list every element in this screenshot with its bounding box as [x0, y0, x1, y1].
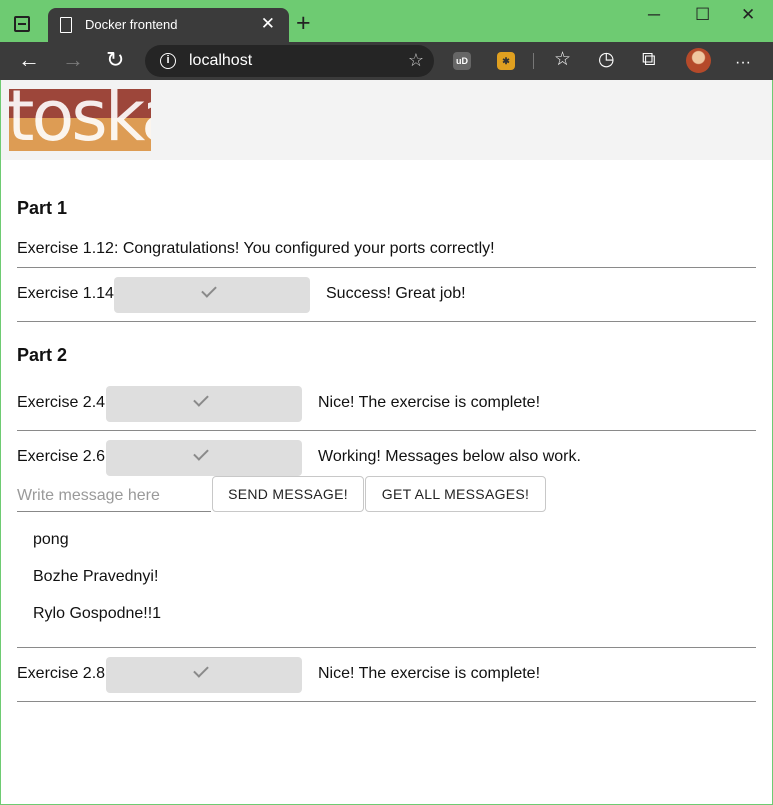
history-icon[interactable]: ◷ [598, 49, 615, 71]
browser-tab[interactable]: Docker frontend ✕ [48, 8, 289, 42]
exercise-1-14-label: Exercise 1.14: [17, 285, 119, 302]
refresh-button[interactable]: ↻ [106, 49, 124, 71]
exercise-1-14-button[interactable] [114, 277, 310, 313]
maximize-button[interactable]: ☐ [695, 5, 710, 25]
part1-heading: Part 1 [17, 198, 68, 218]
extension-icon[interactable]: ✱ [497, 52, 515, 70]
browser-toolbar: ← → ↻ i localhost ☆ uD ✱ ☆ ◷ ⧉ ··· [0, 42, 773, 80]
divider [17, 701, 756, 702]
exercise-2-6-status: Working! Messages below also work. [318, 448, 581, 465]
exercise-2-6-button[interactable] [106, 440, 302, 476]
title-bar: Docker frontend ✕ + ─ ☐ ✕ [0, 0, 773, 42]
message-item: Rylo Gospodne!!1 [33, 605, 162, 622]
exercise-2-4-label: Exercise 2.4: [17, 394, 110, 411]
message-input[interactable] [17, 476, 211, 512]
site-info-icon[interactable]: i [160, 53, 176, 69]
get-all-messages-button[interactable]: GET ALL MESSAGES! [365, 476, 546, 512]
exercise-1-12-text: Exercise 1.12: Congratulations! You conf… [17, 240, 495, 257]
page-icon [60, 17, 72, 33]
tab-title: Docker frontend [85, 17, 178, 32]
profile-avatar[interactable] [686, 48, 711, 73]
message-item: Bozhe Pravednyi! [33, 568, 159, 585]
exercise-2-8-button[interactable] [106, 657, 302, 693]
more-menu-icon[interactable]: ··· [735, 52, 751, 74]
close-window-button[interactable]: ✕ [741, 5, 755, 25]
exercise-1-14-status: Success! Great job! [326, 285, 466, 302]
check-icon [193, 391, 209, 407]
check-icon [193, 445, 209, 461]
logo-text: toska [9, 89, 151, 151]
check-icon [193, 662, 209, 678]
address-bar[interactable]: i localhost ☆ [145, 45, 434, 77]
url-text[interactable]: localhost [189, 52, 252, 70]
exercise-2-8-status: Nice! The exercise is complete! [318, 665, 541, 682]
toska-logo: toska [9, 89, 151, 151]
exercise-2-4-status: Nice! The exercise is complete! [318, 394, 541, 411]
ublock-extension-icon[interactable]: uD [453, 52, 471, 70]
exercise-2-6-label: Exercise 2.6: [17, 448, 110, 465]
message-item: pong [33, 531, 69, 548]
page: toska Part 1 Exercise 1.12: Congratulati… [1, 80, 772, 804]
page-header: toska [1, 80, 772, 160]
close-tab-icon[interactable]: ✕ [261, 15, 275, 32]
new-tab-button[interactable]: + [296, 11, 311, 36]
send-message-button[interactable]: SEND MESSAGE! [212, 476, 364, 512]
toolbar-separator [533, 53, 534, 69]
part2-heading: Part 2 [17, 345, 68, 365]
exercise-2-8-label: Exercise 2.8: [17, 665, 110, 682]
back-button[interactable]: ← [18, 49, 40, 71]
forward-button[interactable]: → [62, 49, 84, 71]
minimize-button[interactable]: ─ [648, 5, 660, 25]
exercise-2-4-button[interactable] [106, 386, 302, 422]
check-icon [201, 282, 217, 298]
divider [17, 267, 756, 268]
divider [17, 647, 756, 648]
collections-icon[interactable]: ⧉ [642, 49, 656, 71]
divider [17, 430, 756, 431]
tab-actions-icon[interactable] [14, 16, 30, 32]
add-favorite-icon[interactable]: ☆ [408, 50, 424, 71]
divider [17, 321, 756, 322]
favorites-icon[interactable]: ☆ [554, 49, 571, 71]
